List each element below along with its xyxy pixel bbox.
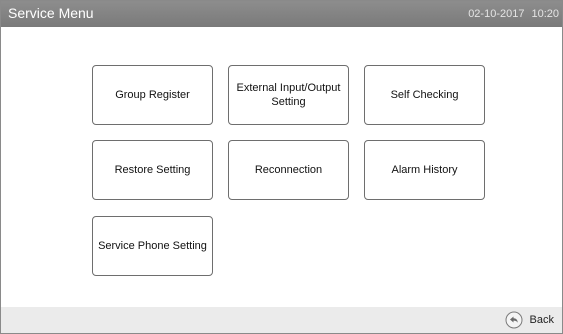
title-bar: Service Menu 02-10-2017 10:20	[1, 1, 562, 27]
external-input-output-setting-button[interactable]: External Input/Output Setting	[228, 65, 349, 125]
group-register-label: Group Register	[115, 89, 190, 101]
back-label: Back	[529, 314, 554, 326]
external-io-label: External Input/Output Setting	[237, 81, 341, 109]
alarm-history-label: Alarm History	[391, 164, 458, 176]
self-checking-button[interactable]: Self Checking	[364, 65, 485, 125]
service-phone-setting-button[interactable]: Service Phone Setting	[92, 216, 213, 276]
alarm-history-button[interactable]: Alarm History	[364, 140, 485, 200]
group-register-button[interactable]: Group Register	[92, 65, 213, 125]
self-checking-label: Self Checking	[390, 89, 459, 101]
date-label: 02-10-2017	[468, 8, 525, 20]
back-button[interactable]: Back	[505, 310, 554, 330]
external-io-label-line2: Setting	[271, 96, 306, 108]
footer-bar: Back	[1, 307, 562, 333]
external-io-label-line1: External Input/Output	[236, 82, 341, 94]
date-time-display: 02-10-2017 10:20	[468, 7, 559, 21]
reconnection-button[interactable]: Reconnection	[228, 140, 349, 200]
time-label: 10:20	[531, 8, 559, 20]
service-phone-setting-label: Service Phone Setting	[98, 240, 207, 252]
service-menu-window: Service Menu 02-10-2017 10:20 Group Regis…	[0, 0, 563, 334]
reconnection-label: Reconnection	[254, 164, 323, 176]
restore-setting-label: Restore Setting	[114, 164, 191, 176]
back-arrow-icon	[505, 311, 523, 329]
restore-setting-button[interactable]: Restore Setting	[92, 140, 213, 200]
page-title: Service Menu	[8, 5, 94, 21]
